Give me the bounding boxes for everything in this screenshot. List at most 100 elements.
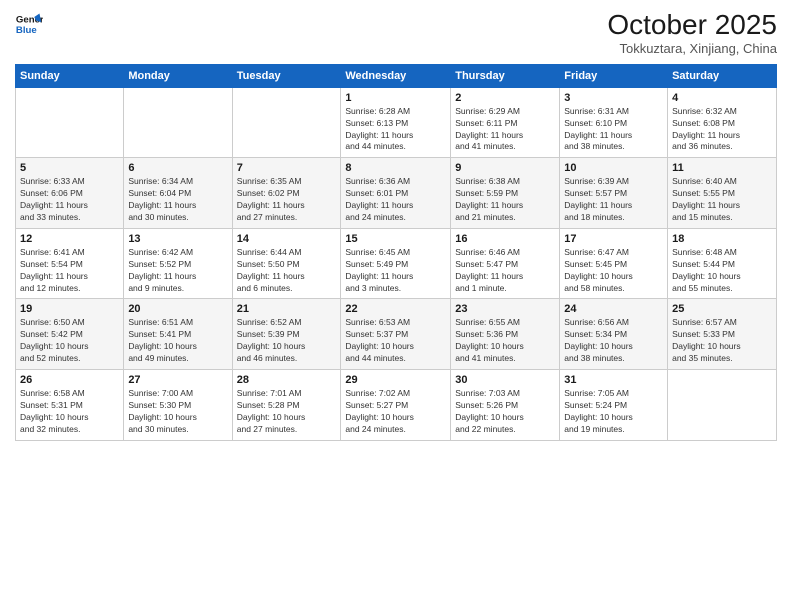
day-cell: 6Sunrise: 6:34 AM Sunset: 6:04 PM Daylig… <box>124 158 232 229</box>
day-cell: 21Sunrise: 6:52 AM Sunset: 5:39 PM Dayli… <box>232 299 341 370</box>
day-number: 13 <box>128 233 227 245</box>
day-cell: 5 Sunrise: 6:33 AM Sunset: 6:06 PM Daylig… <box>16 158 124 229</box>
day-cell: 25 Sunrise: 6:57 AM Sunset: 5:33 PM Dayli… <box>668 299 777 370</box>
day-info: Sunrise: 7:01 AM Sunset: 5:28 PM Dayligh… <box>237 388 337 436</box>
day-cell: 23Sunrise: 6:55 AM Sunset: 5:36 PM Dayli… <box>451 299 560 370</box>
day-cell: 14Sunrise: 6:44 AM Sunset: 5:50 PM Dayli… <box>232 228 341 299</box>
day-info: Sunrise: 6:58 AM Sunset: 5:31 PM Dayligh… <box>20 388 119 436</box>
title-block: October 2025 Tokkuztara, Xinjiang, China <box>607 10 777 56</box>
week-row-3: 12 Sunrise: 6:41 AM Sunset: 5:54 PM Dayli… <box>16 228 777 299</box>
day-cell: 11Sunrise: 6:40 AM Sunset: 5:55 PM Dayli… <box>668 158 777 229</box>
day-number: 17 <box>564 233 663 245</box>
day-info: Sunrise: 6:31 AM Sunset: 6:10 PM Dayligh… <box>564 106 663 154</box>
day-info: Sunrise: 6:51 AM Sunset: 5:41 PM Dayligh… <box>128 317 227 365</box>
day-info: Sunrise: 6:47 AM Sunset: 5:45 PM Dayligh… <box>564 247 663 295</box>
day-cell: 27Sunrise: 7:00 AM Sunset: 5:30 PM Dayli… <box>124 370 232 441</box>
calendar-table: SundayMondayTuesdayWednesdayThursdayFrid… <box>15 64 777 441</box>
day-info: Sunrise: 6:28 AM Sunset: 6:13 PM Dayligh… <box>345 106 446 154</box>
day-info: Sunrise: 6:57 AM Sunset: 5:33 PM Dayligh… <box>672 317 772 365</box>
header: General Blue October 2025 Tokkuztara, Xi… <box>15 10 777 56</box>
week-row-1: 1 Sunrise: 6:28 AM Sunset: 6:13 PM Daylig… <box>16 87 777 158</box>
svg-text:Blue: Blue <box>16 25 37 36</box>
day-cell: 4 Sunrise: 6:32 AM Sunset: 6:08 PM Daylig… <box>668 87 777 158</box>
day-cell: 9Sunrise: 6:38 AM Sunset: 5:59 PM Daylig… <box>451 158 560 229</box>
day-info: Sunrise: 6:50 AM Sunset: 5:42 PM Dayligh… <box>20 317 119 365</box>
day-number: 7 <box>237 162 337 174</box>
day-number: 5 <box>20 162 119 174</box>
day-cell: 29 Sunrise: 7:02 AM Sunset: 5:27 PM Dayli… <box>341 370 451 441</box>
day-header-sunday: Sunday <box>16 64 124 87</box>
day-header-thursday: Thursday <box>451 64 560 87</box>
day-number: 28 <box>237 374 337 386</box>
day-info: Sunrise: 6:53 AM Sunset: 5:37 PM Dayligh… <box>345 317 446 365</box>
day-cell: 10Sunrise: 6:39 AM Sunset: 5:57 PM Dayli… <box>560 158 668 229</box>
day-cell: 3 Sunrise: 6:31 AM Sunset: 6:10 PM Daylig… <box>560 87 668 158</box>
day-number: 18 <box>672 233 772 245</box>
day-cell <box>124 87 232 158</box>
day-cell: 22Sunrise: 6:53 AM Sunset: 5:37 PM Dayli… <box>341 299 451 370</box>
day-number: 26 <box>20 374 119 386</box>
day-cell: 2Sunrise: 6:29 AM Sunset: 6:11 PM Daylig… <box>451 87 560 158</box>
day-info: Sunrise: 6:44 AM Sunset: 5:50 PM Dayligh… <box>237 247 337 295</box>
day-number: 8 <box>345 162 446 174</box>
day-cell: 26 Sunrise: 6:58 AM Sunset: 5:31 PM Dayli… <box>16 370 124 441</box>
day-info: Sunrise: 6:48 AM Sunset: 5:44 PM Dayligh… <box>672 247 772 295</box>
day-info: Sunrise: 6:56 AM Sunset: 5:34 PM Dayligh… <box>564 317 663 365</box>
day-number: 3 <box>564 92 663 104</box>
day-info: Sunrise: 6:34 AM Sunset: 6:04 PM Dayligh… <box>128 176 227 224</box>
day-cell: 17 Sunrise: 6:47 AM Sunset: 5:45 PM Dayli… <box>560 228 668 299</box>
logo-icon: General Blue <box>15 10 43 38</box>
day-number: 19 <box>20 303 119 315</box>
day-info: Sunrise: 6:38 AM Sunset: 5:59 PM Dayligh… <box>455 176 555 224</box>
day-cell: 1 Sunrise: 6:28 AM Sunset: 6:13 PM Daylig… <box>341 87 451 158</box>
day-number: 25 <box>672 303 772 315</box>
day-cell <box>16 87 124 158</box>
day-info: Sunrise: 6:52 AM Sunset: 5:39 PM Dayligh… <box>237 317 337 365</box>
day-number: 16 <box>455 233 555 245</box>
day-cell <box>668 370 777 441</box>
day-info: Sunrise: 6:55 AM Sunset: 5:36 PM Dayligh… <box>455 317 555 365</box>
day-info: Sunrise: 7:00 AM Sunset: 5:30 PM Dayligh… <box>128 388 227 436</box>
day-number: 2 <box>455 92 555 104</box>
day-header-monday: Monday <box>124 64 232 87</box>
day-number: 12 <box>20 233 119 245</box>
day-header-friday: Friday <box>560 64 668 87</box>
day-info: Sunrise: 6:46 AM Sunset: 5:47 PM Dayligh… <box>455 247 555 295</box>
day-info: Sunrise: 6:45 AM Sunset: 5:49 PM Dayligh… <box>345 247 446 295</box>
week-row-4: 19 Sunrise: 6:50 AM Sunset: 5:42 PM Dayli… <box>16 299 777 370</box>
week-row-5: 26 Sunrise: 6:58 AM Sunset: 5:31 PM Dayli… <box>16 370 777 441</box>
week-row-2: 5 Sunrise: 6:33 AM Sunset: 6:06 PM Daylig… <box>16 158 777 229</box>
day-number: 1 <box>345 92 446 104</box>
day-header-tuesday: Tuesday <box>232 64 341 87</box>
day-cell: 12 Sunrise: 6:41 AM Sunset: 5:54 PM Dayli… <box>16 228 124 299</box>
day-cell: 19 Sunrise: 6:50 AM Sunset: 5:42 PM Dayli… <box>16 299 124 370</box>
day-number: 4 <box>672 92 772 104</box>
day-cell: 28 Sunrise: 7:01 AM Sunset: 5:28 PM Dayli… <box>232 370 341 441</box>
day-number: 29 <box>345 374 446 386</box>
day-info: Sunrise: 7:02 AM Sunset: 5:27 PM Dayligh… <box>345 388 446 436</box>
day-cell <box>232 87 341 158</box>
day-cell: 16 Sunrise: 6:46 AM Sunset: 5:47 PM Dayli… <box>451 228 560 299</box>
location: Tokkuztara, Xinjiang, China <box>607 41 777 56</box>
day-info: Sunrise: 6:33 AM Sunset: 6:06 PM Dayligh… <box>20 176 119 224</box>
day-number: 15 <box>345 233 446 245</box>
month-title: October 2025 <box>607 10 777 41</box>
day-number: 10 <box>564 162 663 174</box>
header-row: SundayMondayTuesdayWednesdayThursdayFrid… <box>16 64 777 87</box>
day-info: Sunrise: 7:03 AM Sunset: 5:26 PM Dayligh… <box>455 388 555 436</box>
day-info: Sunrise: 6:32 AM Sunset: 6:08 PM Dayligh… <box>672 106 772 154</box>
day-cell: 20Sunrise: 6:51 AM Sunset: 5:41 PM Dayli… <box>124 299 232 370</box>
day-info: Sunrise: 6:40 AM Sunset: 5:55 PM Dayligh… <box>672 176 772 224</box>
day-cell: 18 Sunrise: 6:48 AM Sunset: 5:44 PM Dayli… <box>668 228 777 299</box>
day-info: Sunrise: 6:41 AM Sunset: 5:54 PM Dayligh… <box>20 247 119 295</box>
day-header-saturday: Saturday <box>668 64 777 87</box>
day-cell: 13 Sunrise: 6:42 AM Sunset: 5:52 PM Dayli… <box>124 228 232 299</box>
day-info: Sunrise: 6:36 AM Sunset: 6:01 PM Dayligh… <box>345 176 446 224</box>
day-cell: 7 Sunrise: 6:35 AM Sunset: 6:02 PM Daylig… <box>232 158 341 229</box>
day-number: 24 <box>564 303 663 315</box>
day-cell: 15 Sunrise: 6:45 AM Sunset: 5:49 PM Dayli… <box>341 228 451 299</box>
day-cell: 31Sunrise: 7:05 AM Sunset: 5:24 PM Dayli… <box>560 370 668 441</box>
day-info: Sunrise: 6:35 AM Sunset: 6:02 PM Dayligh… <box>237 176 337 224</box>
day-info: Sunrise: 6:42 AM Sunset: 5:52 PM Dayligh… <box>128 247 227 295</box>
day-cell: 8 Sunrise: 6:36 AM Sunset: 6:01 PM Daylig… <box>341 158 451 229</box>
